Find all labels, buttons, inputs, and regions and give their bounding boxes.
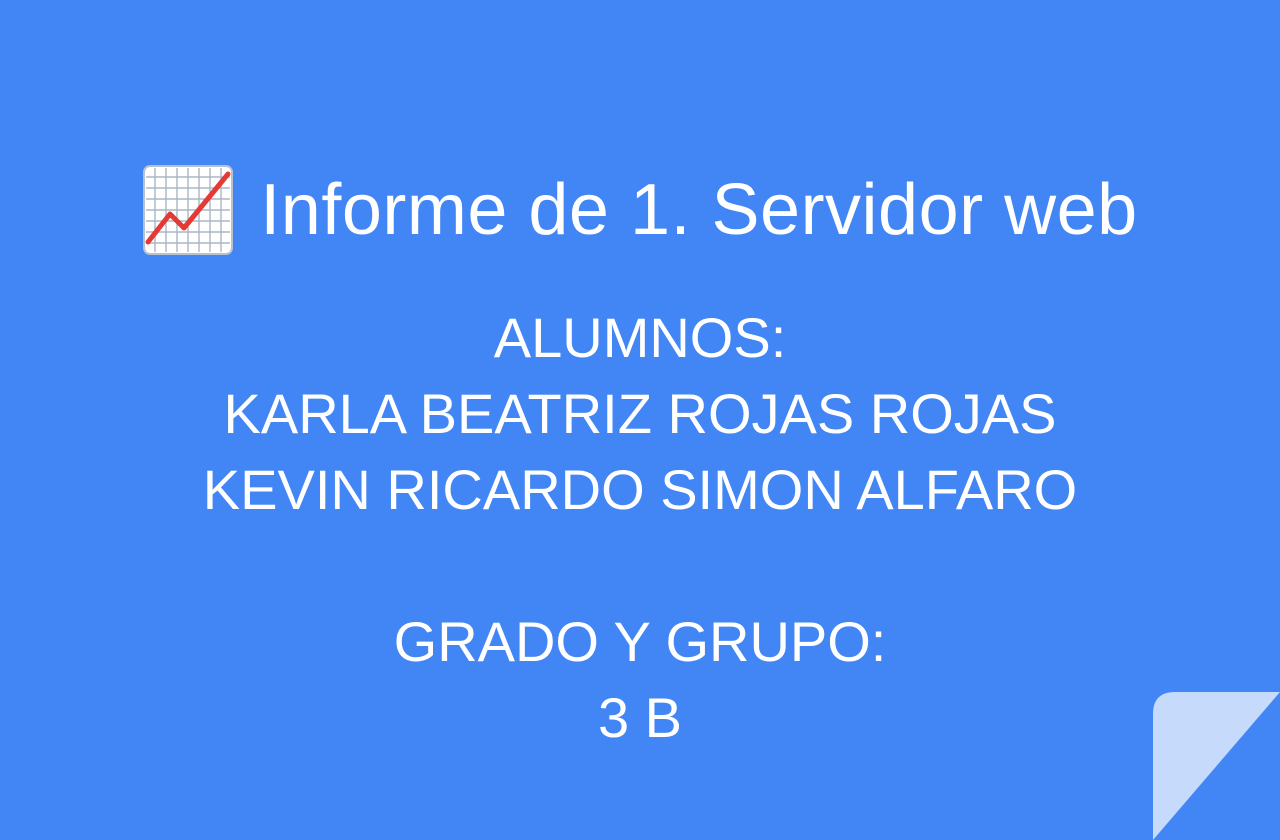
chart-increasing-icon <box>142 164 234 256</box>
student-name: KARLA BEATRIZ ROJAS ROJAS <box>223 382 1057 445</box>
slide-body: ALUMNOS: KARLA BEATRIZ ROJAS ROJAS KEVIN… <box>0 300 1280 756</box>
title-row: Informe de 1. Servidor web <box>0 160 1280 260</box>
students-heading: ALUMNOS: <box>493 306 787 369</box>
page-curl-decoration <box>1153 692 1280 840</box>
group-heading: GRADO Y GRUPO: <box>393 610 887 673</box>
slide-title: Informe de 1. Servidor web <box>260 170 1138 250</box>
group-value: 3 B <box>597 686 683 749</box>
slide: Informe de 1. Servidor web ALUMNOS: KARL… <box>0 0 1280 840</box>
student-name: KEVIN RICARDO SIMON ALFARO <box>202 458 1078 521</box>
